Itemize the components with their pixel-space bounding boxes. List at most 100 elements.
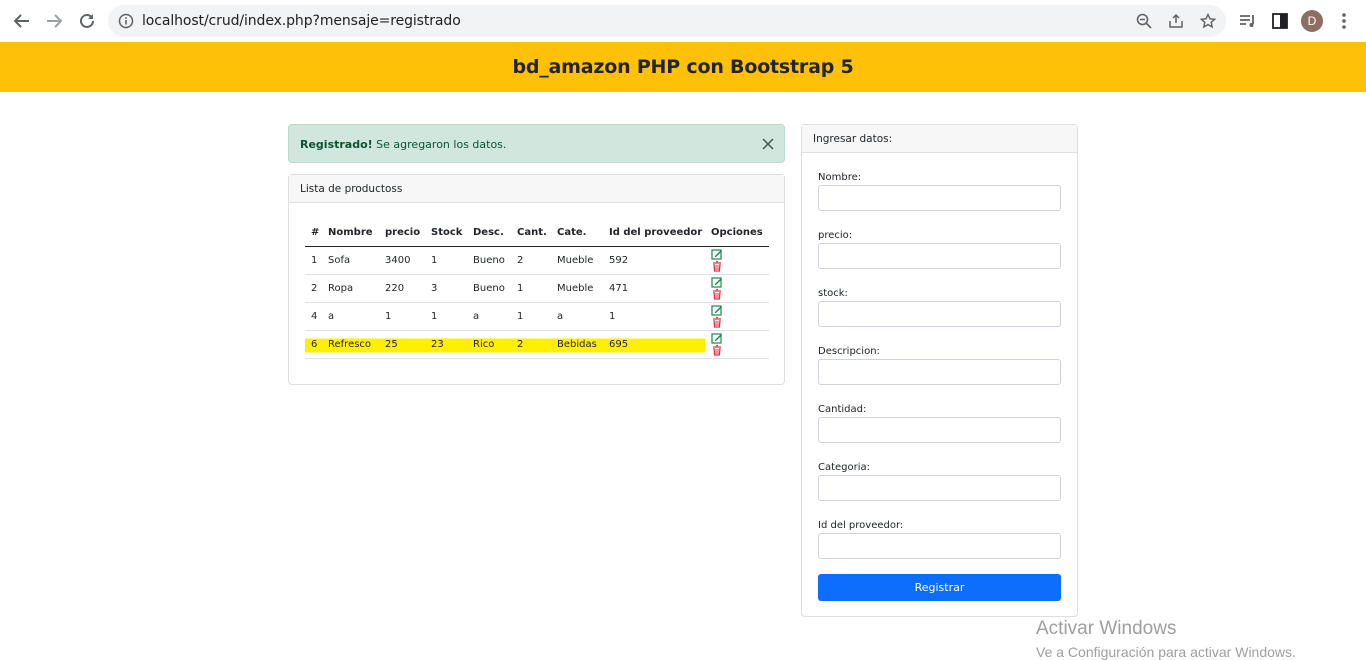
field-label: Nombre: xyxy=(818,172,862,183)
back-arrow-icon[interactable] xyxy=(10,9,34,33)
options-cell xyxy=(705,246,769,275)
cell: Bebidas xyxy=(551,330,603,359)
cell: 6 xyxy=(305,330,322,359)
more-menu-icon[interactable] xyxy=(1334,11,1354,31)
product-table: # Nombre precio Stock Desc. Cant. Cate. … xyxy=(305,219,769,359)
column-header: precio xyxy=(379,219,425,247)
trash-icon[interactable] xyxy=(711,288,723,300)
zoom-icon[interactable] xyxy=(1136,13,1152,29)
cell: a xyxy=(551,302,603,331)
field-stock: stock: xyxy=(818,288,1062,327)
list-card-title: Lista de productoss xyxy=(289,175,784,203)
cell: 23 xyxy=(425,330,467,359)
edit-icon[interactable] xyxy=(711,248,723,260)
success-alert: Registrado! Se agregaron los datos. xyxy=(288,124,785,163)
registrar-button[interactable]: Registrar xyxy=(818,574,1061,601)
share-icon[interactable] xyxy=(1168,13,1184,29)
descripcion-input[interactable] xyxy=(818,359,1061,385)
trash-icon[interactable] xyxy=(711,344,723,356)
cell: 471 xyxy=(603,274,705,303)
address-bar[interactable]: localhost/crud/index.php?mensaje=registr… xyxy=(108,5,1226,37)
cell: Mueble xyxy=(551,246,603,275)
cell: 592 xyxy=(603,246,705,275)
column-header: Opciones xyxy=(705,219,769,247)
table-row: 6 Refresco 25 23 Rico 2 Bebidas 695 xyxy=(305,330,769,359)
cell: 1 xyxy=(511,302,551,331)
info-icon[interactable] xyxy=(118,13,134,29)
cantidad-input[interactable] xyxy=(818,417,1061,443)
alert-message: Registrado! Se agregaron los datos. xyxy=(300,138,506,151)
cell: 2 xyxy=(511,330,551,359)
bookmark-star-icon[interactable] xyxy=(1200,13,1216,29)
cell: 3400 xyxy=(379,246,425,275)
cell: 2 xyxy=(511,246,551,275)
close-icon[interactable] xyxy=(761,137,775,151)
field-descripcion: Descripcion: xyxy=(818,346,1062,385)
field-label: precio: xyxy=(818,230,853,241)
reload-icon[interactable] xyxy=(75,9,99,33)
side-panel-icon[interactable] xyxy=(1270,11,1290,31)
cell: Sofa xyxy=(322,246,379,275)
column-header: # xyxy=(305,219,322,247)
cell: 1 xyxy=(511,274,551,303)
cell: 1 xyxy=(305,246,322,275)
watermark-line1: Activar Windows xyxy=(1036,618,1177,639)
cell: Bueno xyxy=(467,274,511,303)
forward-arrow-icon[interactable] xyxy=(42,9,66,33)
edit-icon[interactable] xyxy=(711,304,723,316)
table-row: 4 a 1 1 a 1 a 1 xyxy=(305,302,769,331)
cell: 220 xyxy=(379,274,425,303)
cell: Mueble xyxy=(551,274,603,303)
form-card-title: Ingresar datos: xyxy=(802,125,1077,153)
column-header: Stock xyxy=(425,219,467,247)
field-label: stock: xyxy=(818,288,848,299)
field-label: Descripcion: xyxy=(818,346,880,357)
trash-icon[interactable] xyxy=(711,316,723,328)
options-cell xyxy=(705,274,769,303)
cell: 1 xyxy=(425,246,467,275)
precio-input[interactable] xyxy=(818,243,1061,269)
column-header: Desc. xyxy=(467,219,511,247)
options-cell xyxy=(705,302,769,331)
field-categoria: Categoria: xyxy=(818,462,1062,501)
nombre-input[interactable] xyxy=(818,185,1061,211)
page-header: bd_amazon PHP con Bootstrap 5 xyxy=(0,42,1366,92)
column-header: Id del proveedor xyxy=(603,219,705,247)
windows-activation-watermark: Activar Windows Ve a Configuración para … xyxy=(1036,618,1296,660)
cell: 3 xyxy=(425,274,467,303)
alert-text: Se agregaron los datos. xyxy=(372,138,507,151)
field-precio: precio: xyxy=(818,230,1062,269)
table-row: 1 Sofa 3400 1 Bueno 2 Mueble 592 xyxy=(305,246,769,275)
alert-strong: Registrado! xyxy=(300,138,373,151)
cell: 4 xyxy=(305,302,322,331)
product-list-card: Lista de productoss # Nombre precio Stoc… xyxy=(288,174,785,385)
field-id-proveedor: Id del proveedor: xyxy=(818,520,1062,559)
url-text: localhost/crud/index.php?mensaje=registr… xyxy=(142,13,461,29)
cell: a xyxy=(322,302,379,331)
edit-icon[interactable] xyxy=(711,332,723,344)
table-row: 2 Ropa 220 3 Bueno 1 Mueble 471 xyxy=(305,274,769,303)
column-header: Cate. xyxy=(551,219,603,247)
watermark-line2: Ve a Configuración para activar Windows. xyxy=(1036,644,1296,660)
page-title: bd_amazon PHP con Bootstrap 5 xyxy=(512,56,854,78)
column-header: Cant. xyxy=(511,219,551,247)
edit-icon[interactable] xyxy=(711,276,723,288)
field-label: Id del proveedor: xyxy=(818,520,904,531)
trash-icon[interactable] xyxy=(711,260,723,272)
field-label: Categoria: xyxy=(818,462,871,473)
field-label: Cantidad: xyxy=(818,404,867,415)
column-header: Nombre xyxy=(322,219,379,247)
field-nombre: Nombre: xyxy=(818,172,1062,211)
reading-list-icon[interactable] xyxy=(1238,11,1258,31)
id-proveedor-input[interactable] xyxy=(818,533,1061,559)
cell: Rico xyxy=(467,330,511,359)
table-header-row: # Nombre precio Stock Desc. Cant. Cate. … xyxy=(305,219,769,247)
profile-avatar[interactable]: D xyxy=(1301,10,1323,32)
cell: Refresco xyxy=(322,330,379,359)
cell: Ropa xyxy=(322,274,379,303)
browser-toolbar: localhost/crud/index.php?mensaje=registr… xyxy=(0,0,1366,42)
cell: a xyxy=(467,302,511,331)
categoria-input[interactable] xyxy=(818,475,1061,501)
stock-input[interactable] xyxy=(818,301,1061,327)
field-cantidad: Cantidad: xyxy=(818,404,1062,443)
